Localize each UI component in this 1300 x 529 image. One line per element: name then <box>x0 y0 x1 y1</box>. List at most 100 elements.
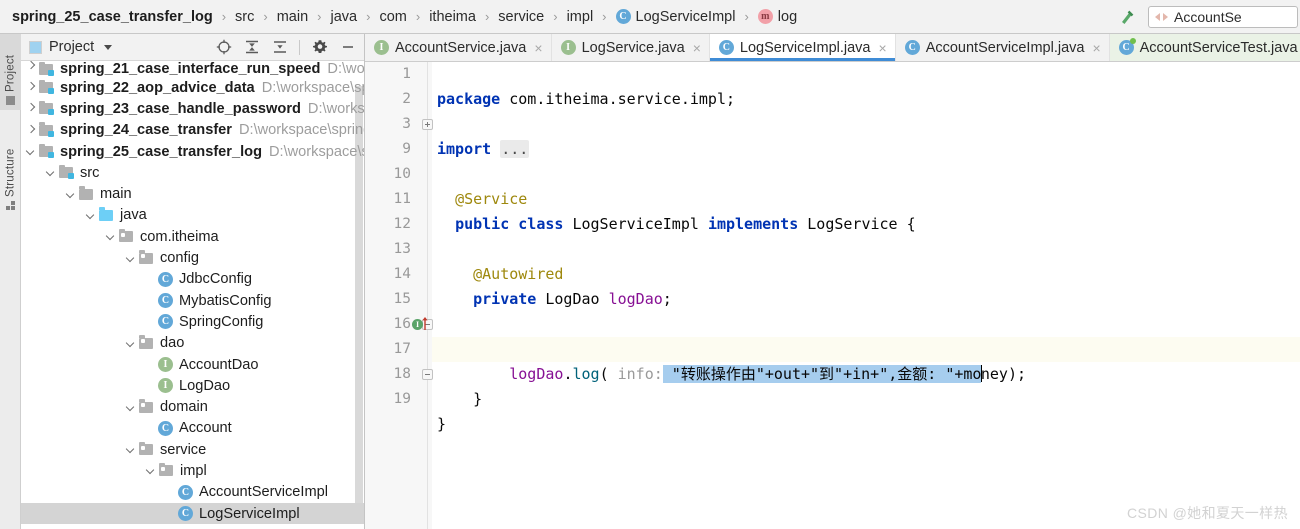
tree-item-service[interactable]: service <box>21 439 364 460</box>
expand-all-icon[interactable] <box>243 39 260 56</box>
tree-item-path: D:\wor <box>327 61 364 77</box>
tree-item-springconfig[interactable]: C SpringConfig <box>21 311 364 332</box>
breadcrumb-label: src <box>235 8 255 25</box>
editor-tab-accountserviceimpl-java[interactable]: C AccountServiceImpl.java × <box>896 34 1110 61</box>
implementing-method-marker[interactable]: I <box>412 317 428 330</box>
tree-toggle-down-icon[interactable] <box>125 333 138 354</box>
tree-item-account[interactable]: C Account <box>21 418 364 439</box>
editor-tab-logserviceimpl-java[interactable]: C LogServiceImpl.java × <box>709 34 896 61</box>
code-folding-rail <box>427 62 428 529</box>
breadcrumb-item-class[interactable]: C LogServiceImpl <box>614 9 738 25</box>
tree-item-mybatisconfig[interactable]: C MybatisConfig <box>21 290 364 311</box>
breadcrumb-item-src[interactable]: src <box>233 9 256 25</box>
package-folder-icon <box>138 441 155 457</box>
navbar-right-controls: AccountSe <box>1114 0 1300 34</box>
breadcrumb-item-main[interactable]: main <box>275 9 310 25</box>
project-tree[interactable]: spring_21_case_interface_run_speed D:\wor… <box>21 61 364 529</box>
code-line-10[interactable]: @Service <box>432 162 1300 208</box>
code-line-12[interactable] <box>432 212 1300 237</box>
tree-item-spring_25_case_transfer_log[interactable]: spring_25_case_transfer_log D:\workspace\… <box>21 141 364 162</box>
hide-panel-icon[interactable] <box>339 39 356 56</box>
tree-toggle-down-icon[interactable] <box>125 248 138 269</box>
tree-item-domain[interactable]: domain <box>21 396 364 417</box>
code-text-area[interactable]: package com.itheima.service.impl; import… <box>432 62 1300 529</box>
breadcrumb-item-itheima[interactable]: itheima <box>427 9 478 25</box>
breadcrumb-item-project[interactable]: spring_25_case_transfer_log <box>10 9 215 25</box>
tree-item-impl[interactable]: impl <box>21 460 364 481</box>
tree-item-main[interactable]: main <box>21 183 364 204</box>
code-line-14[interactable]: private LogDao logDao; <box>432 262 1300 308</box>
tree-item-label: java <box>120 207 147 224</box>
breadcrumb-item-service[interactable]: service <box>496 9 546 25</box>
code-line-3[interactable]: import ... <box>432 112 1300 158</box>
tree-item-logdao[interactable]: I LogDao <box>21 375 364 396</box>
editor-tab-accountservicetest-java[interactable]: CAccountServiceTest.java× <box>1109 34 1300 61</box>
tree-item-logserviceimpl[interactable]: C LogServiceImpl <box>21 502 364 525</box>
tree-item-config[interactable]: config <box>21 247 364 268</box>
editor-tab-bar[interactable]: I AccountService.java × I LogService.java × C L… <box>365 34 1300 62</box>
collapse-all-icon[interactable] <box>271 39 288 56</box>
tree-item-dao[interactable]: dao <box>21 333 364 354</box>
locate-in-tree-icon[interactable] <box>215 39 232 56</box>
code-line-19[interactable]: } <box>432 387 1300 433</box>
code-line-15[interactable] <box>432 287 1300 312</box>
tree-item-java[interactable]: java <box>21 205 364 226</box>
breadcrumb-item-impl[interactable]: impl <box>565 9 596 25</box>
tree-item-jdbcconfig[interactable]: C JdbcConfig <box>21 269 364 290</box>
tree-item-src[interactable]: src <box>21 162 364 183</box>
tree-item-spring_23_case_handle_password[interactable]: spring_23_case_handle_password D:\worksp <box>21 98 364 119</box>
build-project-button[interactable] <box>1114 5 1140 29</box>
tree-item-label: spring_25_case_transfer_log <box>60 143 262 160</box>
code-line-18[interactable]: } <box>432 362 1300 408</box>
code-line-2[interactable] <box>432 87 1300 112</box>
sidebar-item-project[interactable]: Project <box>0 34 21 110</box>
code-line-16[interactable]: public void log(String out,String in,Dou… <box>432 312 1300 358</box>
breadcrumb-item-com[interactable]: com <box>377 9 408 25</box>
tree-toggle-down-icon[interactable] <box>125 397 138 418</box>
tree-toggle-down-icon[interactable] <box>85 205 98 226</box>
line-number-2: 2 <box>402 91 411 107</box>
tree-toggle-down-icon[interactable] <box>105 226 118 247</box>
hammer-icon <box>1122 10 1134 24</box>
tree-item-spring_22_aop_advice_data[interactable]: spring_22_aop_advice_data D:\workspace\sp <box>21 77 364 98</box>
close-icon[interactable]: × <box>534 41 542 55</box>
tree-toggle-right-icon[interactable] <box>25 120 38 141</box>
editor-tab-logservice-java[interactable]: I LogService.java × <box>552 34 710 61</box>
code-editor[interactable]: 1 2 3 9 10 11 12 13 14 15 16 17 18 19 I package com.it… <box>365 62 1300 529</box>
tree-toggle-right-icon[interactable] <box>25 61 38 77</box>
tree-toggle-right-icon[interactable] <box>25 98 38 119</box>
breadcrumb-separator: › <box>366 9 371 24</box>
close-icon[interactable]: × <box>879 41 887 55</box>
tree-item-spring_24_case_transfer[interactable]: spring_24_case_transfer D:\workspace\spri… <box>21 120 364 141</box>
tree-item-path: D:\workspace\sp <box>261 79 364 96</box>
tree-item-accountdao[interactable]: I AccountDao <box>21 354 364 375</box>
close-icon[interactable]: × <box>1092 41 1100 55</box>
breadcrumb-item-java[interactable]: java <box>329 9 360 25</box>
tree-toggle-down-icon[interactable] <box>25 141 38 162</box>
tree-toggle-down-icon[interactable] <box>125 439 138 460</box>
breadcrumb-item-method[interactable]: m log <box>756 9 799 25</box>
code-line-1[interactable]: package com.itheima.service.impl; <box>432 62 1300 108</box>
source-folder-icon <box>58 164 75 180</box>
code-line-13[interactable]: @Autowired <box>432 237 1300 283</box>
code-line-9[interactable] <box>432 137 1300 162</box>
chevron-down-icon[interactable] <box>104 44 113 50</box>
tree-toggle-right-icon[interactable] <box>25 77 38 98</box>
close-icon[interactable]: × <box>693 41 701 55</box>
tree-toggle-down-icon[interactable] <box>145 460 158 481</box>
sidebar-item-structure[interactable]: Structure <box>0 129 21 215</box>
code-line-17[interactable]: logDao.log( info: "转账操作由"+out+"到"+in+",金… <box>432 337 1300 383</box>
tree-toggle-down-icon[interactable] <box>45 162 58 183</box>
tree-item-accountserviceimpl[interactable]: C AccountServiceImpl <box>21 482 364 503</box>
project-panel-title-group[interactable]: Project <box>29 39 113 55</box>
tree-item-label: Account <box>179 420 232 437</box>
settings-gear-icon[interactable] <box>311 39 328 56</box>
left-tool-window-strip: Project Structure <box>0 34 21 529</box>
code-line-11[interactable]: public class LogServiceImpl implements L… <box>432 187 1300 233</box>
tree-item-com-itheima[interactable]: com.itheima <box>21 226 364 247</box>
tree-toggle-down-icon[interactable] <box>65 184 78 205</box>
run-configuration-selector[interactable]: AccountSe <box>1148 6 1298 28</box>
editor-tab-accountservice-java[interactable]: I AccountService.java × <box>365 34 552 61</box>
tree-item-spring_21_case_interface_run_speed[interactable]: spring_21_case_interface_run_speed D:\wor <box>21 61 364 77</box>
